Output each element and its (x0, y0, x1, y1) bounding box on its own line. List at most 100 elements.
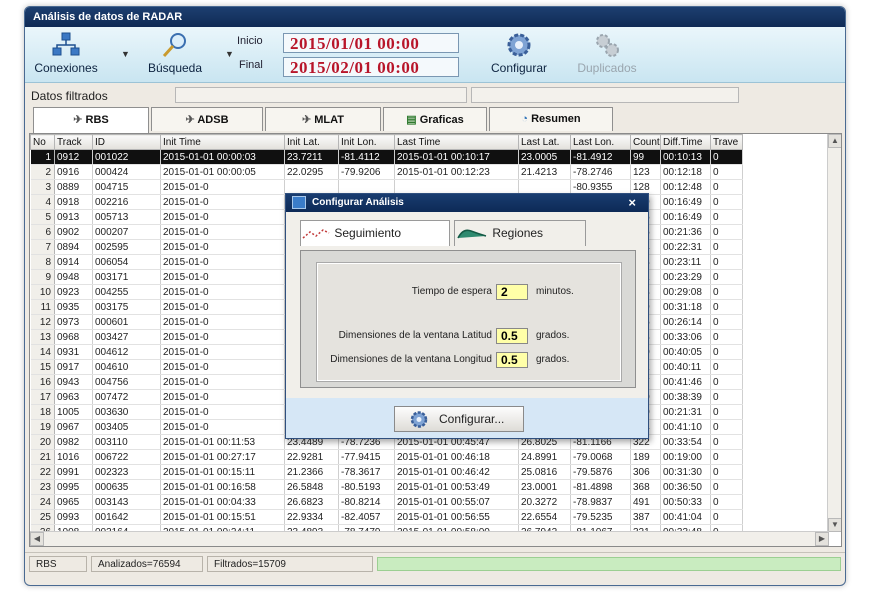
scroll-left-icon[interactable]: ◀ (30, 532, 44, 546)
table-row[interactable]: 2 0916 000424 2015-01-01 00:00:05 22.0295 -79… (30, 164, 743, 180)
close-icon[interactable]: × (628, 195, 636, 210)
latitud-input[interactable]: 0.5 (496, 328, 528, 344)
busqueda-button[interactable]: Búsqueda (133, 31, 217, 75)
table-cell: 1016 (54, 449, 93, 465)
status-analizados: Analizados=76594 (91, 556, 203, 572)
row-number: 13 (30, 329, 55, 345)
table-row[interactable]: 1 0912 001022 2015-01-01 00:00:03 23.7211 -81… (30, 149, 743, 165)
tab-resumen[interactable]: ◔ Resumen (489, 107, 613, 131)
tab-adsb[interactable]: ✈ ADSB (151, 107, 263, 131)
table-cell: 0914 (54, 254, 93, 270)
table-cell: 2015-01-01 00:16:58 (160, 479, 285, 495)
column-header[interactable]: Track (54, 134, 93, 150)
tab-rbs[interactable]: ✈ RBS (33, 107, 149, 133)
tab-graficas[interactable]: ▤ Graficas (383, 107, 487, 131)
table-cell: 000207 (92, 224, 161, 240)
column-header[interactable]: No (30, 134, 55, 150)
tiempo-input[interactable]: 2 (496, 284, 528, 300)
table-cell: 0 (710, 359, 743, 375)
settings-inner-panel: Tiempo de espera 2 minutos. Dimensiones … (316, 262, 622, 382)
table-row[interactable]: 23 0995 000635 2015-01-01 00:16:58 26.5848 -8… (30, 479, 743, 495)
horizontal-scrollbar[interactable]: ◀ ▶ (30, 531, 829, 546)
inicio-date-field[interactable]: 2015/01/01 00:00 (283, 33, 459, 53)
table-cell: 0967 (54, 419, 93, 435)
table-cell: -79.0068 (570, 449, 631, 465)
column-header[interactable]: Init Time (160, 134, 285, 150)
final-date-field[interactable]: 2015/02/01 00:00 (283, 57, 459, 77)
table-row[interactable]: 22 0991 002323 2015-01-01 00:15:11 21.2366 -7… (30, 464, 743, 480)
dialog-footer: Configurar... (286, 398, 648, 438)
table-cell: 00:31:18 (660, 299, 711, 315)
row-number: 7 (30, 239, 55, 255)
table-cell: 0 (710, 269, 743, 285)
table-cell: 0 (710, 329, 743, 345)
table-row[interactable]: 21 1016 006722 2015-01-01 00:27:17 22.9281 -7… (30, 449, 743, 465)
table-header: No Track ID Init Time Init Lat. Init Lon. Last… (30, 134, 743, 150)
column-header[interactable]: Diff.Time (660, 134, 711, 150)
tab-mlat[interactable]: ✈ MLAT (265, 107, 381, 131)
latitud-row: Dimensiones de la ventana Latitud 0.5 gr… (318, 328, 622, 346)
table-cell: 0965 (54, 494, 93, 510)
scroll-down-icon[interactable]: ▼ (828, 518, 841, 532)
final-label: Final (239, 59, 263, 71)
duplicados-button[interactable]: Duplicados (565, 31, 649, 75)
configurar-toolbar-button[interactable]: Configurar (477, 31, 561, 75)
row-number: 12 (30, 314, 55, 330)
tab-regiones[interactable]: Regiones (454, 220, 586, 246)
scroll-right-icon[interactable]: ▶ (815, 532, 829, 546)
table-cell: 00:21:36 (660, 224, 711, 240)
table-cell: 20.3272 (518, 494, 571, 510)
conexiones-dropdown-arrow-icon[interactable]: ▼ (121, 49, 130, 59)
table-cell: 003171 (92, 269, 161, 285)
table-cell: 23.7211 (284, 149, 339, 165)
configurar-button[interactable]: Configurar... (394, 406, 524, 432)
table-cell: 00:33:06 (660, 329, 711, 345)
vertical-scrollbar[interactable]: ▲ ▼ (827, 134, 841, 532)
table-cell: 0 (710, 194, 743, 210)
table-row[interactable]: 24 0965 003143 2015-01-01 00:04:33 26.6823 -8… (30, 494, 743, 510)
table-cell: 00:36:50 (660, 479, 711, 495)
row-number: 17 (30, 389, 55, 405)
table-row[interactable]: 25 0993 001642 2015-01-01 00:15:51 22.9334 -8… (30, 509, 743, 525)
table-cell: 25.0816 (518, 464, 571, 480)
table-cell: 387 (630, 509, 661, 525)
table-cell: 004612 (92, 344, 161, 360)
column-header[interactable]: ID (92, 134, 161, 150)
column-header[interactable]: Trave (710, 134, 743, 150)
longitud-input[interactable]: 0.5 (496, 352, 528, 368)
table-cell: 00:40:11 (660, 359, 711, 375)
table-cell: 003630 (92, 404, 161, 420)
table-cell: 0993 (54, 509, 93, 525)
row-number: 24 (30, 494, 55, 510)
scroll-up-icon[interactable]: ▲ (828, 134, 841, 148)
table-cell: -79.5876 (570, 464, 631, 480)
filter-field-2[interactable] (471, 87, 739, 103)
busqueda-dropdown-arrow-icon[interactable]: ▼ (225, 49, 234, 59)
busqueda-label: Búsqueda (147, 61, 203, 75)
conexiones-button[interactable]: Conexiones (29, 31, 103, 75)
table-cell: 0 (710, 284, 743, 300)
table-cell: 2015-01-0 (160, 254, 285, 270)
column-header[interactable]: Last Lat. (518, 134, 571, 150)
column-header[interactable]: Last Time (394, 134, 519, 150)
plane-icon: ✈ (73, 114, 86, 126)
column-header[interactable]: Init Lon. (338, 134, 395, 150)
table-cell: 00:12:18 (660, 164, 711, 180)
table-cell: 2015-01-01 00:12:23 (394, 164, 519, 180)
gear-icon (507, 33, 531, 57)
tiempo-label: Tiempo de espera (411, 286, 492, 297)
table-cell: 00:23:29 (660, 269, 711, 285)
table-cell: 1005 (54, 404, 93, 420)
column-header[interactable]: Count (630, 134, 661, 150)
column-header[interactable]: Init Lat. (284, 134, 339, 150)
toolbar: Conexiones ▼ Búsqueda ▼ Inicio 2015/01/0… (25, 27, 845, 83)
table-cell: -78.3617 (338, 464, 395, 480)
table-cell: 001642 (92, 509, 161, 525)
table-cell: 22.9281 (284, 449, 339, 465)
table-cell: 000601 (92, 314, 161, 330)
table-cell: 0963 (54, 389, 93, 405)
filter-field-1[interactable] (175, 87, 467, 103)
column-header[interactable]: Last Lon. (570, 134, 631, 150)
table-cell: 24.8991 (518, 449, 571, 465)
tab-seguimiento[interactable]: Seguimiento (300, 220, 450, 246)
